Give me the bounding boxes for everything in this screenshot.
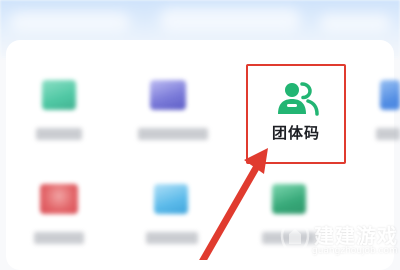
blurred-feature-label [36, 128, 82, 140]
blurred-feature-icon[interactable] [150, 80, 186, 110]
blurred-feature-label [138, 128, 208, 140]
blurred-feature-label [34, 232, 84, 244]
blurred-feature-icon[interactable] [154, 184, 188, 214]
blurred-feature-icon[interactable] [272, 184, 306, 214]
group-code-feature[interactable]: 团体码 [246, 64, 346, 164]
blurred-feature-label [146, 232, 198, 244]
blurred-feature-icon[interactable] [42, 80, 76, 110]
watermark: 建建游戏 guangzhoujob.com [278, 218, 400, 260]
watermark-title: 建建游戏 [314, 224, 398, 248]
watermark-url: guangzhoujob.com [312, 246, 398, 256]
blurred-feature-icon[interactable] [380, 80, 400, 110]
blurred-feature-icon[interactable] [40, 184, 78, 214]
watermark-logo-icon [280, 220, 310, 258]
blurred-feature-label [376, 128, 400, 140]
group-code-label: 团体码 [271, 124, 320, 142]
group-people-icon [278, 82, 319, 116]
